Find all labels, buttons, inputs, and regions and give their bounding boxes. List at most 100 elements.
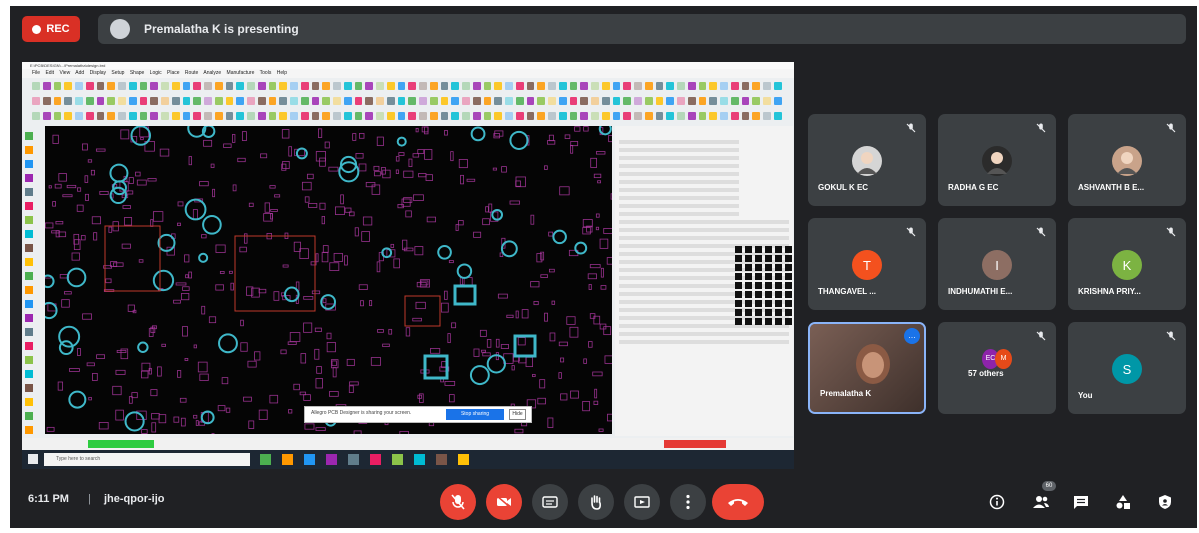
cad-tool-icon: [773, 82, 782, 90]
layer-color-swatch: [735, 318, 742, 325]
meeting-code[interactable]: jhe-qpor-ijo: [104, 493, 165, 505]
cad-tool-icon: [365, 97, 373, 105]
panel-row: [619, 300, 789, 304]
mic-toggle-button[interactable]: [440, 484, 476, 520]
cad-tool-icon: [25, 328, 33, 336]
chat-icon: [1074, 495, 1088, 509]
windows-taskbar: Type here to search: [22, 450, 794, 469]
participant-tile[interactable]: GOKUL K EC: [808, 114, 926, 206]
meeting-details-button[interactable]: [986, 491, 1008, 513]
panel-row: [619, 148, 739, 152]
cad-tool-icon: [290, 82, 298, 90]
camera-toggle-button[interactable]: [486, 484, 522, 520]
pcb-element: [495, 338, 500, 348]
pcb-element: [86, 362, 95, 367]
participant-tile[interactable]: T THANGAVEL ...: [808, 218, 926, 310]
pcb-element: [184, 254, 190, 263]
cad-tool-icon: [25, 272, 33, 280]
pcb-element: [280, 349, 287, 355]
layer-color-swatch: [785, 300, 792, 307]
panel-row: [619, 220, 789, 224]
host-controls-button[interactable]: [1154, 491, 1176, 513]
pcb-element: [306, 173, 314, 180]
cad-tool-icon: [666, 112, 674, 120]
panel-row: [619, 212, 739, 216]
pcb-element: [90, 169, 95, 176]
chat-button[interactable]: [1070, 491, 1092, 513]
cad-tool-icon: [655, 97, 664, 105]
cad-tool-icon: [42, 82, 51, 90]
pcb-element: [333, 252, 343, 262]
presentation-banner[interactable]: Premalatha K is presenting: [98, 14, 1186, 44]
participant-tile[interactable]: … Premalatha K: [808, 322, 926, 414]
meeting-time: 6:11 PM: [28, 493, 69, 505]
cad-tool-icon: [763, 97, 771, 105]
participant-avatar: T: [852, 250, 882, 280]
taskbar-app-icon: [414, 454, 425, 465]
cad-tool-icon: [677, 112, 685, 120]
participant-tile[interactable]: K KRISHNA PRIY...: [1068, 218, 1186, 310]
raise-hand-button[interactable]: [578, 484, 614, 520]
pcb-element: [574, 126, 581, 132]
pcb-element: [530, 214, 535, 225]
pcb-element: [589, 264, 601, 269]
panel-row: [619, 276, 789, 280]
participant-tile[interactable]: RADHA G EC: [938, 114, 1056, 206]
pcb-element: [603, 326, 612, 336]
pcb-element: [560, 393, 568, 401]
participant-avatar: [852, 146, 882, 176]
more-vert-icon: [686, 494, 690, 510]
people-button[interactable]: [1030, 491, 1052, 513]
cad-tool-icon: [128, 82, 137, 90]
pcb-element: [332, 367, 337, 378]
cad-tool-icon: [483, 82, 492, 90]
cad-tool-icon: [204, 112, 212, 120]
pcb-element: [61, 299, 70, 308]
cad-tool-icon: [483, 112, 492, 120]
layer-color-swatch: [745, 246, 752, 253]
cad-tool-icon: [268, 82, 277, 90]
pcb-element: [420, 280, 429, 286]
pcb-element: [500, 240, 518, 258]
pcb-element: [71, 252, 80, 261]
pcb-element: [152, 211, 164, 222]
cad-tool-icon: [698, 82, 707, 90]
pcb-element: [593, 173, 602, 179]
activities-button[interactable]: [1112, 491, 1134, 513]
cad-tool-icon: [677, 97, 685, 105]
pcb-element: [415, 301, 426, 310]
participant-tile[interactable]: I INDHUMATHI E...: [938, 218, 1056, 310]
sharing-popup: Allegro PCB Designer is sharing your scr…: [304, 406, 532, 423]
pcb-element: [51, 230, 60, 234]
present-screen-button[interactable]: [624, 484, 660, 520]
participant-tile[interactable]: EC M 57 others: [938, 322, 1056, 414]
cad-tool-icon: [128, 97, 137, 105]
cad-tool-icon: [526, 112, 535, 120]
pcb-element: [274, 194, 281, 198]
participant-tile[interactable]: S You: [1068, 322, 1186, 414]
pcb-element: [57, 381, 64, 391]
captions-button[interactable]: [532, 484, 568, 520]
taskbar-search: Type here to search: [44, 453, 250, 466]
pcb-element: [583, 126, 589, 132]
pcb-element: [193, 414, 198, 419]
participant-avatar: [982, 146, 1012, 176]
pcb-element: [122, 205, 131, 209]
cad-tool-icon: [505, 112, 513, 120]
pcb-element: [373, 171, 381, 177]
pcb-element: [558, 341, 568, 347]
pcb-element: [479, 329, 487, 337]
cad-tool-icon: [25, 412, 33, 420]
cad-window-title: E:\PCB\DESIGN\...\Premalatha\design.brd: [22, 62, 794, 69]
more-options-button[interactable]: [670, 484, 706, 520]
pcb-element: [232, 134, 236, 143]
cad-tool-icon: [720, 82, 728, 90]
pcb-element: [396, 136, 407, 147]
leave-call-button[interactable]: [712, 484, 764, 520]
pcb-element: [536, 253, 543, 263]
participant-tile[interactable]: ASHVANTH B E...: [1068, 114, 1186, 206]
pcb-element: [317, 128, 323, 138]
tile-more-button[interactable]: …: [904, 328, 920, 344]
pcb-element: [424, 149, 433, 160]
cad-tool-icon: [472, 82, 481, 90]
